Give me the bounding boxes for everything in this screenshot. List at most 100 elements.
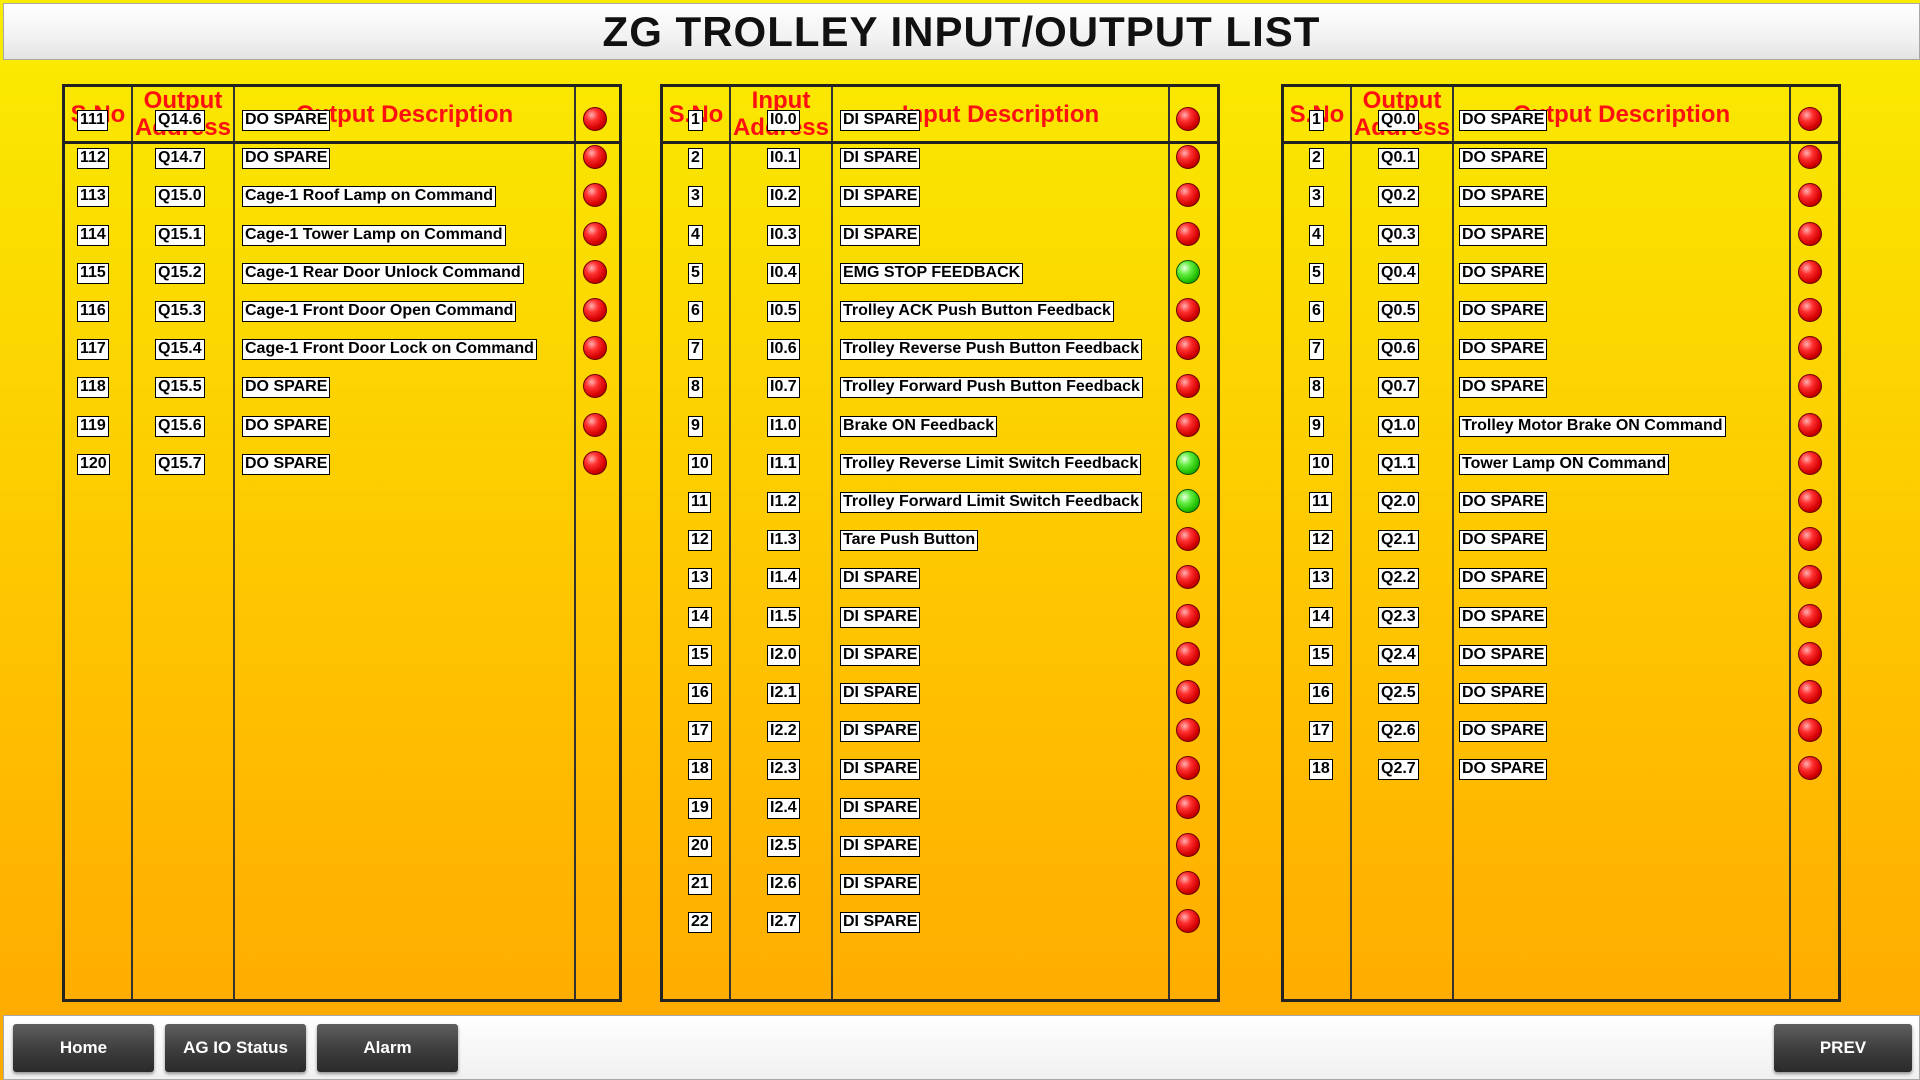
- io-address: I0.6: [767, 339, 800, 361]
- status-indicator-icon: [583, 107, 607, 131]
- status-indicator-icon: [1798, 680, 1822, 704]
- io-description: Tare Push Button: [840, 530, 979, 552]
- status-indicator-icon: [1176, 718, 1200, 743]
- io-address: I2.4: [767, 797, 800, 819]
- io-address: I0.3: [767, 224, 800, 246]
- prev-button[interactable]: PREV: [1774, 1024, 1912, 1072]
- io-description: DO SPARE: [1459, 644, 1548, 666]
- table-row: 3 I0.2 DI SPARE: [663, 182, 1217, 214]
- status-indicator-icon: [1798, 641, 1822, 666]
- table-row: 5 Q0.4 DO SPARE: [1284, 259, 1838, 291]
- status-indicator-icon: [1798, 489, 1822, 513]
- io-address: I1.0: [767, 415, 800, 437]
- io-address: Q15.5: [155, 377, 205, 399]
- io-description: DI SPARE: [840, 568, 921, 590]
- status-indicator-icon: [583, 374, 607, 399]
- io-address: I1.3: [767, 530, 800, 552]
- serial-number: 10: [1309, 453, 1333, 475]
- table-row: 6 Q0.5 DO SPARE: [1284, 297, 1838, 329]
- io-description: Cage-1 Tower Lamp on Command: [242, 224, 506, 246]
- serial-number: 2: [688, 148, 703, 170]
- title-bar: ZG TROLLEY INPUT/OUTPUT LIST: [3, 3, 1920, 60]
- io-description: Trolley Reverse Limit Switch Feedback: [840, 453, 1142, 475]
- table-row: 10 Q1.1 Tower Lamp ON Command: [1284, 450, 1838, 482]
- table-row: 113 Q15.0 Cage-1 Roof Lamp on Command: [65, 182, 619, 214]
- serial-number: 113: [77, 186, 109, 208]
- input-list-panel: S.No Input Address Input Description 1I0…: [660, 84, 1220, 1002]
- serial-number: 112: [77, 148, 109, 170]
- table-row: 1 I0.0 DI SPARE: [663, 106, 1217, 138]
- table-row: 3 Q0.2 DO SPARE: [1284, 182, 1838, 214]
- table-row: 12 Q2.1 DO SPARE: [1284, 526, 1838, 558]
- table-row: 10 I1.1 Trolley Reverse Limit Switch Feedb…: [663, 450, 1217, 482]
- io-address: I0.0: [767, 110, 800, 131]
- io-description: DO SPARE: [1459, 186, 1548, 208]
- table-row: 5 I0.4 EMG STOP FEEDBACK: [663, 259, 1217, 291]
- serial-number: 11: [688, 492, 711, 513]
- io-address: I2.6: [767, 874, 800, 895]
- table-row: 114 Q15.1 Cage-1 Tower Lamp on Command: [65, 221, 619, 253]
- io-description: DO SPARE: [242, 148, 331, 170]
- serial-number: 14: [1309, 606, 1333, 628]
- serial-number: 3: [688, 186, 703, 208]
- io-description: DO SPARE: [1459, 530, 1548, 552]
- status-indicator-icon: [1798, 374, 1822, 399]
- io-address: I1.5: [767, 606, 800, 628]
- status-indicator-icon: [1798, 565, 1822, 590]
- io-description: Cage-1 Front Door Open Command: [242, 301, 517, 322]
- status-indicator-icon: [583, 450, 607, 475]
- status-indicator-icon: [583, 145, 607, 170]
- io-description: EMG STOP FEEDBACK: [840, 262, 1024, 284]
- table-row: 4 I0.3 DI SPARE: [663, 221, 1217, 253]
- table-row: 7 I0.6 Trolley Reverse Push Button Feedbac…: [663, 335, 1217, 367]
- io-address: Q15.3: [155, 301, 205, 322]
- table-row: 13 I1.4 DI SPARE: [663, 564, 1217, 596]
- io-description: Brake ON Feedback: [840, 415, 998, 437]
- serial-number: 22: [688, 912, 712, 934]
- io-address: I0.1: [767, 148, 800, 170]
- home-button[interactable]: Home: [13, 1024, 154, 1072]
- serial-number: 5: [688, 262, 703, 284]
- table-row: 17 I2.2 DI SPARE: [663, 717, 1217, 749]
- io-address: Q15.6: [155, 415, 205, 437]
- serial-number: 117: [77, 339, 109, 361]
- status-indicator-icon: [1176, 374, 1200, 399]
- io-description: Cage-1 Roof Lamp on Command: [242, 186, 497, 208]
- status-indicator-icon: [1176, 832, 1200, 857]
- table-row: 7 Q0.6 DO SPARE: [1284, 335, 1838, 367]
- table-row: 21 I2.6 DI SPARE: [663, 870, 1217, 902]
- io-description: DI SPARE: [840, 912, 921, 934]
- alarm-button[interactable]: Alarm: [317, 1024, 458, 1072]
- status-indicator-icon: [1798, 756, 1822, 781]
- table-row: 15 Q2.4 DO SPARE: [1284, 641, 1838, 673]
- status-indicator-icon: [1798, 412, 1822, 437]
- serial-number: 1: [1309, 110, 1324, 131]
- io-address: Q0.7: [1378, 377, 1419, 399]
- io-address: Q0.2: [1378, 186, 1419, 208]
- io-address: Q15.2: [155, 262, 205, 284]
- table-row: 18 Q2.7 DO SPARE: [1284, 755, 1838, 787]
- table-row: 14 I1.5 DI SPARE: [663, 603, 1217, 635]
- io-description: DO SPARE: [242, 453, 331, 475]
- io-description: DO SPARE: [242, 377, 331, 399]
- serial-number: 119: [77, 415, 109, 437]
- io-address: Q0.0: [1378, 110, 1419, 131]
- serial-number: 5: [1309, 262, 1324, 284]
- io-description: DI SPARE: [840, 606, 921, 628]
- status-indicator-icon: [1798, 145, 1822, 170]
- page-title: ZG TROLLEY INPUT/OUTPUT LIST: [602, 7, 1321, 55]
- serial-number: 19: [688, 797, 712, 819]
- serial-number: 20: [688, 835, 712, 857]
- io-address: Q0.6: [1378, 339, 1419, 361]
- status-indicator-icon: [1176, 298, 1200, 322]
- io-description: DI SPARE: [840, 148, 921, 170]
- status-indicator-icon: [1176, 756, 1200, 781]
- ag-io-status-button[interactable]: AG IO Status: [165, 1024, 306, 1072]
- io-address: Q0.5: [1378, 301, 1419, 322]
- table-row: 117 Q15.4 Cage-1 Front Door Lock on Comman…: [65, 335, 619, 367]
- serial-number: 114: [77, 224, 109, 246]
- table-row: 6 I0.5 Trolley ACK Push Button Feedback: [663, 297, 1217, 329]
- status-indicator-icon: [1176, 221, 1200, 246]
- status-indicator-icon: [1798, 718, 1822, 743]
- io-address: Q14.7: [155, 148, 205, 170]
